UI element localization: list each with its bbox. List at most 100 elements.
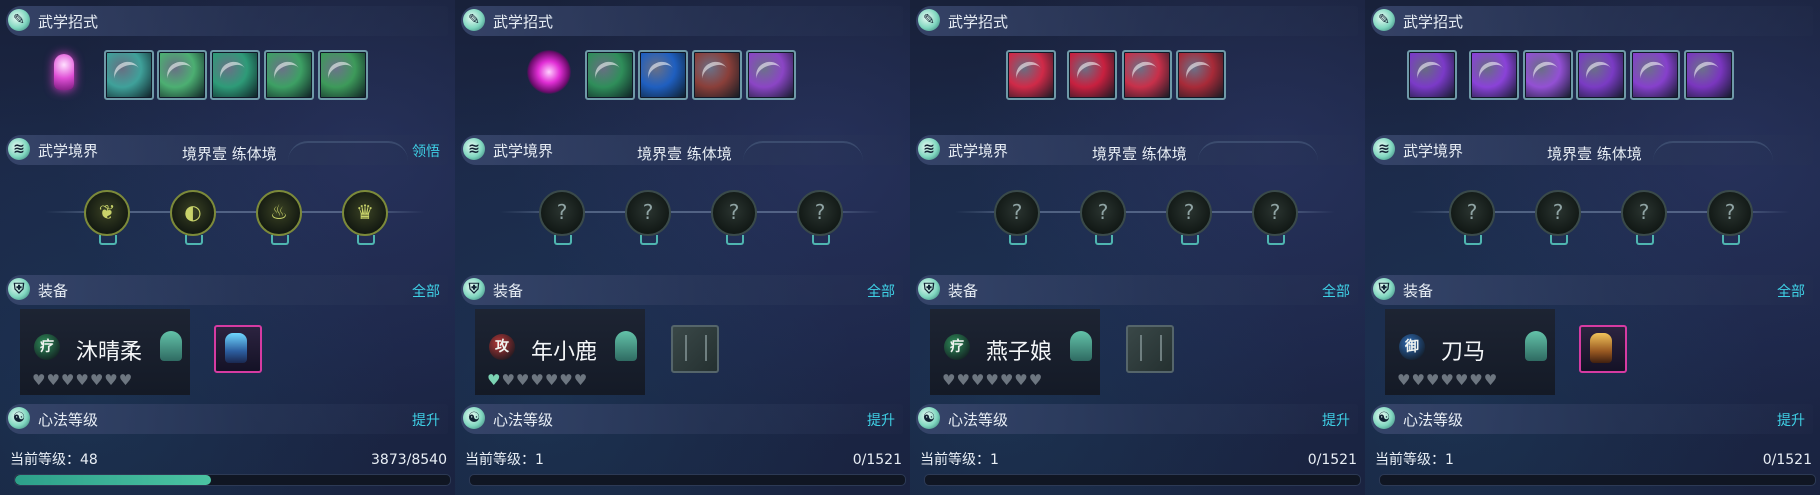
skill-icon[interactable] bbox=[264, 50, 314, 100]
class-icon: 疗 bbox=[944, 334, 970, 360]
skills-header: ✎ 武学招式 bbox=[1371, 6, 1813, 36]
cloud-ornament bbox=[288, 141, 408, 161]
skill-icon[interactable] bbox=[210, 50, 260, 100]
upgrade-link[interactable]: 提升 bbox=[1322, 410, 1350, 430]
locked-node-icon[interactable]: ? bbox=[1621, 190, 1667, 236]
meditation-icon: ☯ bbox=[8, 407, 30, 429]
equip-title: 装备 bbox=[1403, 282, 1434, 300]
skill-icon[interactable] bbox=[638, 50, 688, 100]
realm-title: 武学境界 bbox=[948, 142, 1009, 160]
realm-node-2[interactable]: ◐ bbox=[170, 190, 216, 236]
upgrade-link[interactable]: 提升 bbox=[867, 410, 895, 430]
locked-node-icon[interactable]: ? bbox=[1080, 190, 1126, 236]
character-card[interactable]: 疗 燕子娘 ♥♥♥♥♥♥♥ bbox=[930, 309, 1100, 395]
upgrade-link[interactable]: 提升 bbox=[412, 410, 440, 430]
exp-value: 0/1521 bbox=[1307, 452, 1357, 468]
skill-icon[interactable] bbox=[585, 50, 635, 100]
locked-node-icon[interactable]: ? bbox=[625, 190, 671, 236]
skill-icon[interactable] bbox=[1630, 50, 1680, 100]
affinity-hearts: ♥♥♥♥♥♥♥ bbox=[942, 371, 1043, 389]
skill-row bbox=[0, 50, 455, 100]
brush-icon: ✎ bbox=[463, 9, 485, 31]
locked-node-icon[interactable]: ? bbox=[1707, 190, 1753, 236]
locked-node-icon[interactable]: ? bbox=[1535, 190, 1581, 236]
orb-skill-icon[interactable] bbox=[527, 50, 571, 94]
skill-icon[interactable] bbox=[1684, 50, 1734, 100]
brush-icon: ✎ bbox=[8, 9, 30, 31]
skill-icon[interactable] bbox=[746, 50, 796, 100]
all-equipment-link[interactable]: 全部 bbox=[1322, 281, 1350, 301]
skill-icon[interactable] bbox=[692, 50, 742, 100]
realm-node-4[interactable]: ♛ bbox=[342, 190, 388, 236]
node-marker bbox=[1722, 235, 1740, 245]
node-marker bbox=[1636, 235, 1654, 245]
locked-node-icon[interactable]: ? bbox=[1449, 190, 1495, 236]
realm-title: 武学境界 bbox=[493, 142, 554, 160]
armor-icon: ⛨ bbox=[918, 278, 940, 300]
skill-icon[interactable] bbox=[1176, 50, 1226, 100]
brush-icon: ✎ bbox=[1373, 9, 1395, 31]
character-card[interactable]: 攻 年小鹿 ♥♥♥♥♥♥♥ bbox=[475, 309, 645, 395]
character-name: 刀马 bbox=[1441, 340, 1486, 365]
equipment-slot[interactable] bbox=[671, 325, 719, 373]
skill-icon[interactable] bbox=[1006, 50, 1056, 100]
locked-node-icon[interactable]: ? bbox=[539, 190, 585, 236]
character-card[interactable]: 御 刀马 ♥♥♥♥♥♥♥ bbox=[1385, 309, 1555, 395]
swirl-icon: ≋ bbox=[918, 138, 940, 160]
equipment-slot[interactable] bbox=[214, 325, 262, 373]
character-panel: ✎ 武学招式 ≋ 武学境界 境界壹 练体境 ? ? ? ? ⛨ 装备 全部 bbox=[1365, 0, 1820, 495]
equipment-slot[interactable] bbox=[1579, 325, 1627, 373]
realm-status: 境界壹 练体境 bbox=[637, 145, 732, 163]
sect-emblem-icon bbox=[160, 331, 182, 361]
current-level: 当前等级：48 bbox=[10, 452, 98, 468]
exp-value: 3873/8540 bbox=[371, 452, 447, 468]
locked-node-icon[interactable]: ? bbox=[797, 190, 843, 236]
comprehend-link[interactable]: 领悟 bbox=[412, 141, 440, 161]
node-marker bbox=[812, 235, 830, 245]
locked-node-icon[interactable]: ? bbox=[994, 190, 1040, 236]
skill-icon[interactable] bbox=[318, 50, 368, 100]
realm-node-3[interactable]: ♨ bbox=[256, 190, 302, 236]
method-header: ☯ 心法等级 提升 bbox=[461, 404, 903, 434]
character-name: 沐晴柔 bbox=[76, 340, 143, 365]
skill-icon[interactable] bbox=[1576, 50, 1626, 100]
node-marker bbox=[99, 235, 117, 245]
exp-progress-bar bbox=[14, 474, 451, 486]
realm-node-1[interactable]: ❦ bbox=[84, 190, 130, 236]
character-card[interactable]: 疗 沐晴柔 ♥♥♥♥♥♥♥ bbox=[20, 309, 190, 395]
character-name: 燕子娘 bbox=[986, 340, 1053, 365]
skill-row bbox=[910, 50, 1365, 100]
all-equipment-link[interactable]: 全部 bbox=[867, 281, 895, 301]
equipment-slot[interactable] bbox=[1126, 325, 1174, 373]
armor-icon: ⛨ bbox=[8, 278, 30, 300]
heart-icon: ♥ bbox=[1483, 371, 1499, 389]
all-equipment-link[interactable]: 全部 bbox=[1777, 281, 1805, 301]
locked-node-icon[interactable]: ? bbox=[1252, 190, 1298, 236]
node-marker bbox=[271, 235, 289, 245]
skill-icon[interactable] bbox=[1067, 50, 1117, 100]
upgrade-link[interactable]: 提升 bbox=[1777, 410, 1805, 430]
skill-row bbox=[455, 50, 910, 100]
brush-icon: ✎ bbox=[918, 9, 940, 31]
node-marker bbox=[640, 235, 658, 245]
node-marker bbox=[1464, 235, 1482, 245]
cloud-ornament bbox=[743, 141, 863, 161]
method-title: 心法等级 bbox=[38, 411, 99, 429]
equip-title: 装备 bbox=[38, 282, 69, 300]
node-marker bbox=[185, 235, 203, 245]
skill-icon[interactable] bbox=[1122, 50, 1172, 100]
locked-node-icon[interactable]: ? bbox=[711, 190, 757, 236]
skill-icon[interactable] bbox=[1469, 50, 1519, 100]
skill-icon[interactable] bbox=[104, 50, 154, 100]
locked-node-icon[interactable]: ? bbox=[1166, 190, 1212, 236]
skill-icon[interactable] bbox=[1407, 50, 1457, 100]
skill-icon[interactable] bbox=[157, 50, 207, 100]
sect-emblem-icon bbox=[615, 331, 637, 361]
skills-header: ✎ 武学招式 bbox=[6, 6, 448, 36]
method-title: 心法等级 bbox=[1403, 411, 1464, 429]
skill-icon[interactable] bbox=[1523, 50, 1573, 100]
current-level: 当前等级：1 bbox=[465, 452, 544, 468]
heart-icon: ♥ bbox=[60, 371, 76, 389]
all-equipment-link[interactable]: 全部 bbox=[412, 281, 440, 301]
character-skill-icon[interactable] bbox=[44, 50, 84, 96]
